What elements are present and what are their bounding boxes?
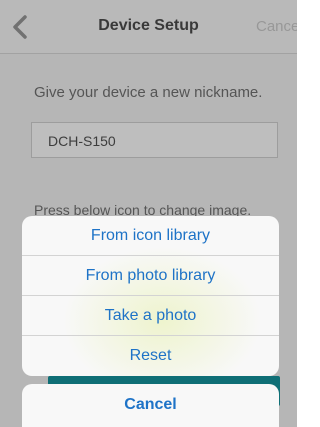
action-sheet-cancel-button[interactable]: Cancel (22, 384, 279, 427)
reset-option[interactable]: Reset (22, 336, 279, 376)
take-photo-option[interactable]: Take a photo (22, 296, 279, 336)
action-sheet: From icon library From photo library Tak… (22, 216, 279, 376)
device-setup-screen: Device Setup Cance Give your device a ne… (0, 0, 297, 427)
from-photo-library-option[interactable]: From photo library (22, 256, 279, 296)
cancel-label: Cancel (124, 396, 177, 413)
from-icon-library-option[interactable]: From icon library (22, 216, 279, 256)
